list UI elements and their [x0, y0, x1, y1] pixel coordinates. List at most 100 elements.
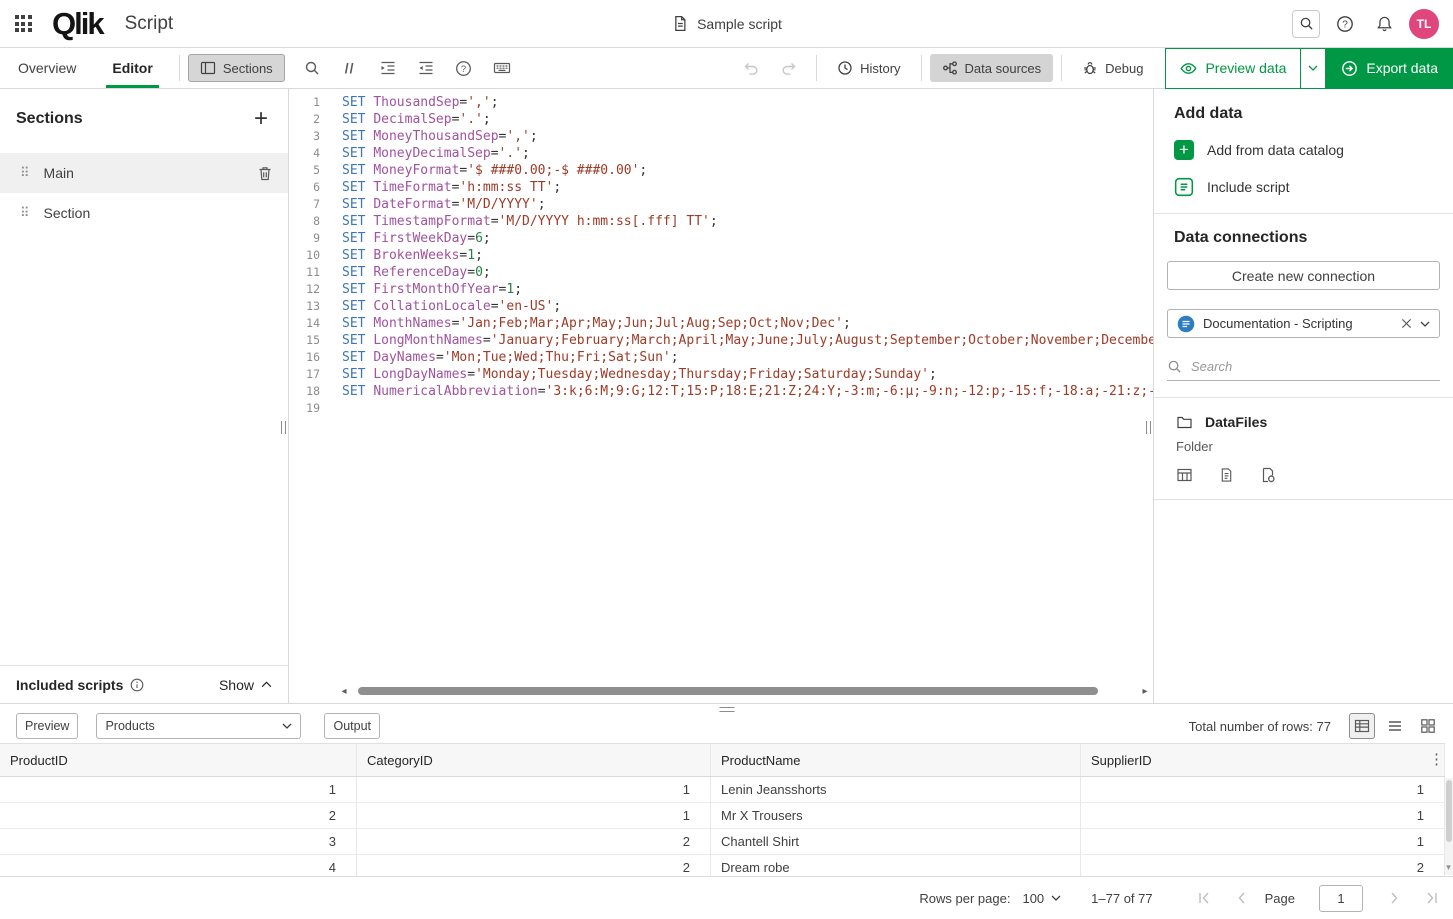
redo-icon[interactable] — [770, 48, 808, 88]
syntax-help-icon[interactable]: ? — [445, 48, 483, 88]
scrollbar-track[interactable] — [350, 687, 1139, 695]
code-line[interactable]: 14SET MonthNames='Jan;Feb;Mar;Apr;May;Ju… — [290, 315, 1153, 332]
drag-handle-icon[interactable]: ⠿ — [20, 165, 30, 181]
scroll-right-icon[interactable]: ▸ — [1139, 686, 1151, 697]
chevron-down-icon[interactable] — [1420, 321, 1430, 327]
last-page-icon[interactable] — [1425, 891, 1439, 905]
code-line[interactable]: 3SET MoneyThousandSep=','; — [290, 128, 1153, 145]
preview-data-caret[interactable] — [1301, 49, 1325, 88]
code-line[interactable]: 11SET ReferenceDay=0; — [290, 264, 1153, 281]
column-header[interactable]: CategoryID — [357, 744, 711, 776]
keyboard-shortcuts-icon[interactable] — [483, 48, 521, 88]
table-row[interactable]: 32Chantell Shirt1 — [0, 829, 1445, 855]
code-line[interactable]: 10SET BrokenWeeks=1; — [290, 247, 1153, 264]
table-selector-dropdown[interactable]: Products — [96, 713, 301, 739]
sections-toggle-button[interactable]: Sections — [188, 54, 285, 82]
sidebar-section-item[interactable]: ⠿Main — [0, 153, 288, 193]
first-page-icon[interactable] — [1197, 891, 1211, 905]
scrollbar-thumb[interactable] — [1446, 780, 1452, 842]
view-grid-icon[interactable] — [1415, 713, 1441, 739]
connection-search-input[interactable]: Search — [1167, 353, 1440, 381]
add-from-catalog-item[interactable]: + Add from data catalog — [1154, 140, 1453, 160]
view-list-icon[interactable] — [1382, 713, 1408, 739]
tab-editor[interactable]: Editor — [94, 48, 170, 88]
preview-data-button[interactable]: Preview data — [1165, 48, 1326, 89]
script-settings-icon[interactable] — [1260, 467, 1276, 483]
add-section-button[interactable]: + — [254, 109, 268, 129]
previous-page-icon[interactable] — [1235, 891, 1249, 905]
column-header[interactable]: SupplierID — [1081, 744, 1445, 776]
datafiles-actions — [1154, 454, 1453, 483]
panel-resize-handle[interactable] — [1146, 421, 1151, 434]
app-launcher-icon[interactable] — [0, 0, 46, 48]
info-icon[interactable] — [130, 678, 144, 692]
datafiles-connection-item[interactable]: DataFiles — [1154, 398, 1453, 430]
code-line[interactable]: 16SET DayNames='Mon;Tue;Wed;Thu;Fri;Sat;… — [290, 349, 1153, 366]
code-line[interactable]: 17SET LongDayNames='Monday;Tuesday;Wedne… — [290, 366, 1153, 383]
preview-data-label: Preview data — [1205, 60, 1286, 76]
include-script-item[interactable]: Include script — [1154, 177, 1453, 197]
clear-connection-icon[interactable] — [1401, 318, 1412, 329]
rows-per-page-select[interactable]: 100 — [1022, 891, 1061, 906]
code-line[interactable]: 8SET TimestampFormat='M/D/YYYY h:mm:ss[.… — [290, 213, 1153, 230]
code-line[interactable]: 7SET DateFormat='M/D/YYYY'; — [290, 196, 1153, 213]
scrollbar-thumb[interactable] — [358, 687, 1098, 695]
code-line[interactable]: 5SET MoneyFormat='$ ###0.00;-$ ###0.00'; — [290, 162, 1153, 179]
code-line[interactable]: 1SET ThousandSep=','; — [290, 94, 1153, 111]
drag-handle-icon[interactable]: ⠿ — [20, 205, 30, 221]
output-tab-button[interactable]: Output — [324, 713, 380, 739]
code-line[interactable]: 4SET MoneyDecimalSep='.'; — [290, 145, 1153, 162]
comment-icon[interactable]: // — [331, 48, 369, 88]
column-header[interactable]: ProductName — [711, 744, 1081, 776]
column-menu-icon[interactable]: ⋮ — [1429, 752, 1444, 767]
export-data-label: Export data — [1366, 60, 1438, 76]
show-included-scripts-toggle[interactable]: Show — [219, 677, 272, 693]
create-connection-button[interactable]: Create new connection — [1167, 261, 1440, 290]
line-number: 15 — [290, 332, 334, 349]
insert-script-icon[interactable] — [1219, 467, 1234, 483]
script-editor[interactable]: 1SET ThousandSep=',';2SET DecimalSep='.'… — [290, 89, 1153, 703]
undo-icon[interactable] — [732, 48, 770, 88]
code-line[interactable]: 18SET NumericalAbbreviation='3:k;6:M;9:G… — [290, 383, 1153, 400]
export-data-button[interactable]: Export data — [1326, 48, 1453, 89]
code-line[interactable]: 15SET LongMonthNames='January;February;M… — [290, 332, 1153, 349]
notifications-button[interactable] — [1370, 10, 1398, 38]
page-input[interactable] — [1319, 885, 1363, 912]
debug-button[interactable]: Debug — [1070, 54, 1155, 82]
tab-overview[interactable]: Overview — [0, 48, 94, 88]
table-row[interactable]: 42Dream robe2 — [0, 855, 1445, 876]
help-button[interactable]: ? — [1331, 10, 1359, 38]
code-line[interactable]: 12SET FirstMonthOfYear=1; — [290, 281, 1153, 298]
preview-data-main[interactable]: Preview data — [1166, 49, 1300, 88]
code-line[interactable]: 13SET CollationLocale='en-US'; — [290, 298, 1153, 315]
included-scripts-bar[interactable]: Included scripts Show — [0, 665, 288, 703]
search-button[interactable] — [1292, 10, 1320, 38]
connection-select[interactable]: Documentation - Scripting — [1167, 309, 1440, 338]
sidebar-resize-handle[interactable] — [281, 421, 286, 434]
view-table-icon[interactable] — [1349, 713, 1375, 739]
data-sources-button[interactable]: Data sources — [930, 54, 1054, 82]
code-line[interactable]: 2SET DecimalSep='.'; — [290, 111, 1153, 128]
column-header[interactable]: ProductID — [0, 744, 357, 776]
history-button[interactable]: History — [825, 54, 912, 82]
indent-icon[interactable] — [369, 48, 407, 88]
trash-icon[interactable] — [258, 166, 272, 181]
panel-resize-handle[interactable] — [719, 707, 734, 712]
outdent-icon[interactable] — [407, 48, 445, 88]
code-line[interactable]: 9SET FirstWeekDay=6; — [290, 230, 1153, 247]
table-vertical-scrollbar[interactable] — [1445, 778, 1453, 875]
horizontal-scrollbar[interactable]: ◂ ▸ — [338, 685, 1151, 697]
table-row[interactable]: 21Mr X Trousers1 — [0, 803, 1445, 829]
sidebar-section-item[interactable]: ⠿Section — [0, 193, 288, 233]
select-data-table-icon[interactable] — [1176, 467, 1193, 483]
table-row[interactable]: 11Lenin Jeansshorts1 — [0, 777, 1445, 803]
user-avatar[interactable]: TL — [1409, 9, 1439, 39]
code-line[interactable]: 19 — [290, 400, 1153, 417]
scroll-left-icon[interactable]: ◂ — [338, 686, 350, 697]
document-title-area[interactable]: Sample script — [671, 0, 782, 48]
preview-tab-button[interactable]: Preview — [16, 713, 78, 739]
code-line[interactable]: 6SET TimeFormat='h:mm:ss TT'; — [290, 179, 1153, 196]
next-page-icon[interactable] — [1387, 891, 1401, 905]
search-in-script-icon[interactable] — [293, 48, 331, 88]
table-scroll-down-icon[interactable]: ▾ — [1444, 862, 1453, 873]
